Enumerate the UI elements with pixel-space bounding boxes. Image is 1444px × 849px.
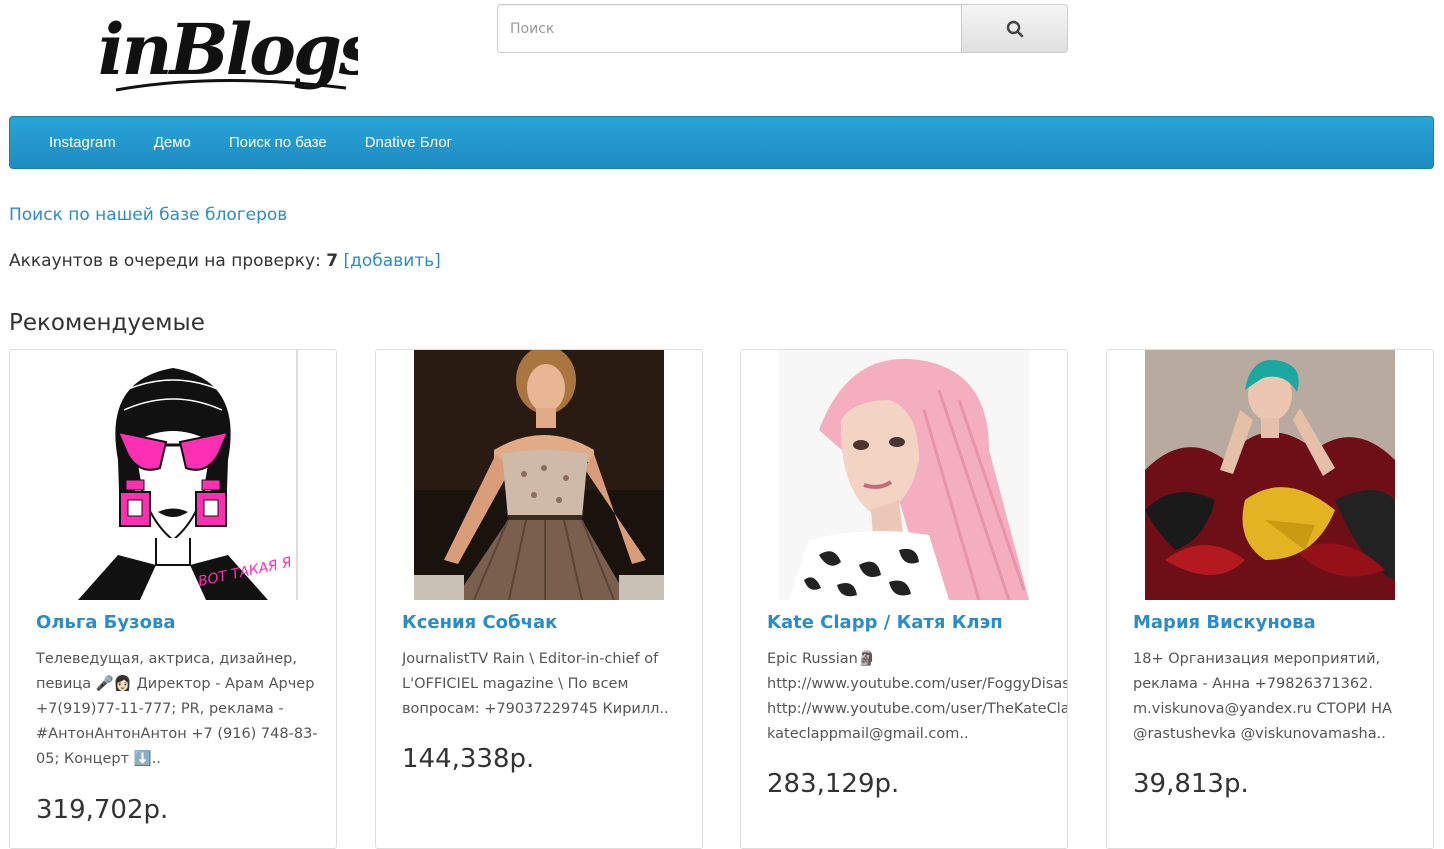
queue-count: 7 [326,251,339,271]
search-icon [1006,20,1023,37]
blogger-price: 319,702р. [36,795,169,825]
queue-label: Аккаунтов в очереди на проверку: [9,251,321,271]
blogger-price: 144,338р. [402,744,535,774]
nav-item-database-search[interactable]: Поиск по базе [210,116,346,169]
search-input[interactable] [497,4,961,53]
nav-item-instagram[interactable]: Instagram [30,116,135,169]
queue-status: Аккаунтов в очереди на проверку: 7 [доба… [9,251,441,271]
blogger-price: 283,129р. [767,769,900,799]
nav-item-demo[interactable]: Демо [135,116,210,169]
nav-item-dnative-blog[interactable]: Dnative Блог [346,116,471,169]
logo[interactable]: inBlogs [96,2,358,106]
blogger-name[interactable]: Мария Вискунова [1133,612,1316,633]
search-bar [497,4,1068,53]
blogger-card: Kate Clapp / Катя Клэп Epic Russian🗿 htt… [740,349,1068,849]
blogger-card: Ксения Собчак JournalistTV Rain \ Editor… [375,349,703,849]
blogger-description: Epic Russian🗿 http://www.youtube.com/use… [767,651,1067,742]
queue-add-link[interactable]: [добавить] [344,251,441,271]
blogger-photo[interactable]: ВОТ ТАКАЯ Я [48,350,298,600]
logo-text: inBlogs [98,8,358,91]
blogger-description: Телеведущая, актриса, дизайнер, певица 🎤… [36,651,318,767]
blogger-description: 18+ Организация мероприятий, реклама - А… [1133,651,1392,742]
blogger-name[interactable]: Kate Clapp / Катя Клэп [767,612,1003,633]
blogger-photo[interactable] [414,350,664,600]
blogger-name[interactable]: Ольга Бузова [36,612,176,633]
main-navbar: Instagram Демо Поиск по базе Dnative Бло… [9,116,1434,169]
search-button[interactable] [961,4,1068,53]
blogger-name[interactable]: Ксения Собчак [402,612,557,633]
blogger-card: Мария Вискунова 18+ Организация мероприя… [1106,349,1434,849]
blogger-card: ВОТ ТАКАЯ Я Ольга Бузова Телеведущая, ак… [9,349,337,849]
blogger-search-link[interactable]: Поиск по нашей базе блогеров [9,205,287,225]
blogger-price: 39,813р. [1133,769,1249,799]
blogger-photo[interactable] [779,350,1029,600]
section-title: Рекомендуемые [9,310,205,336]
blogger-photo[interactable] [1145,350,1395,600]
blogger-description: JournalistTV Rain \ Editor-in-chief of L… [402,651,669,717]
